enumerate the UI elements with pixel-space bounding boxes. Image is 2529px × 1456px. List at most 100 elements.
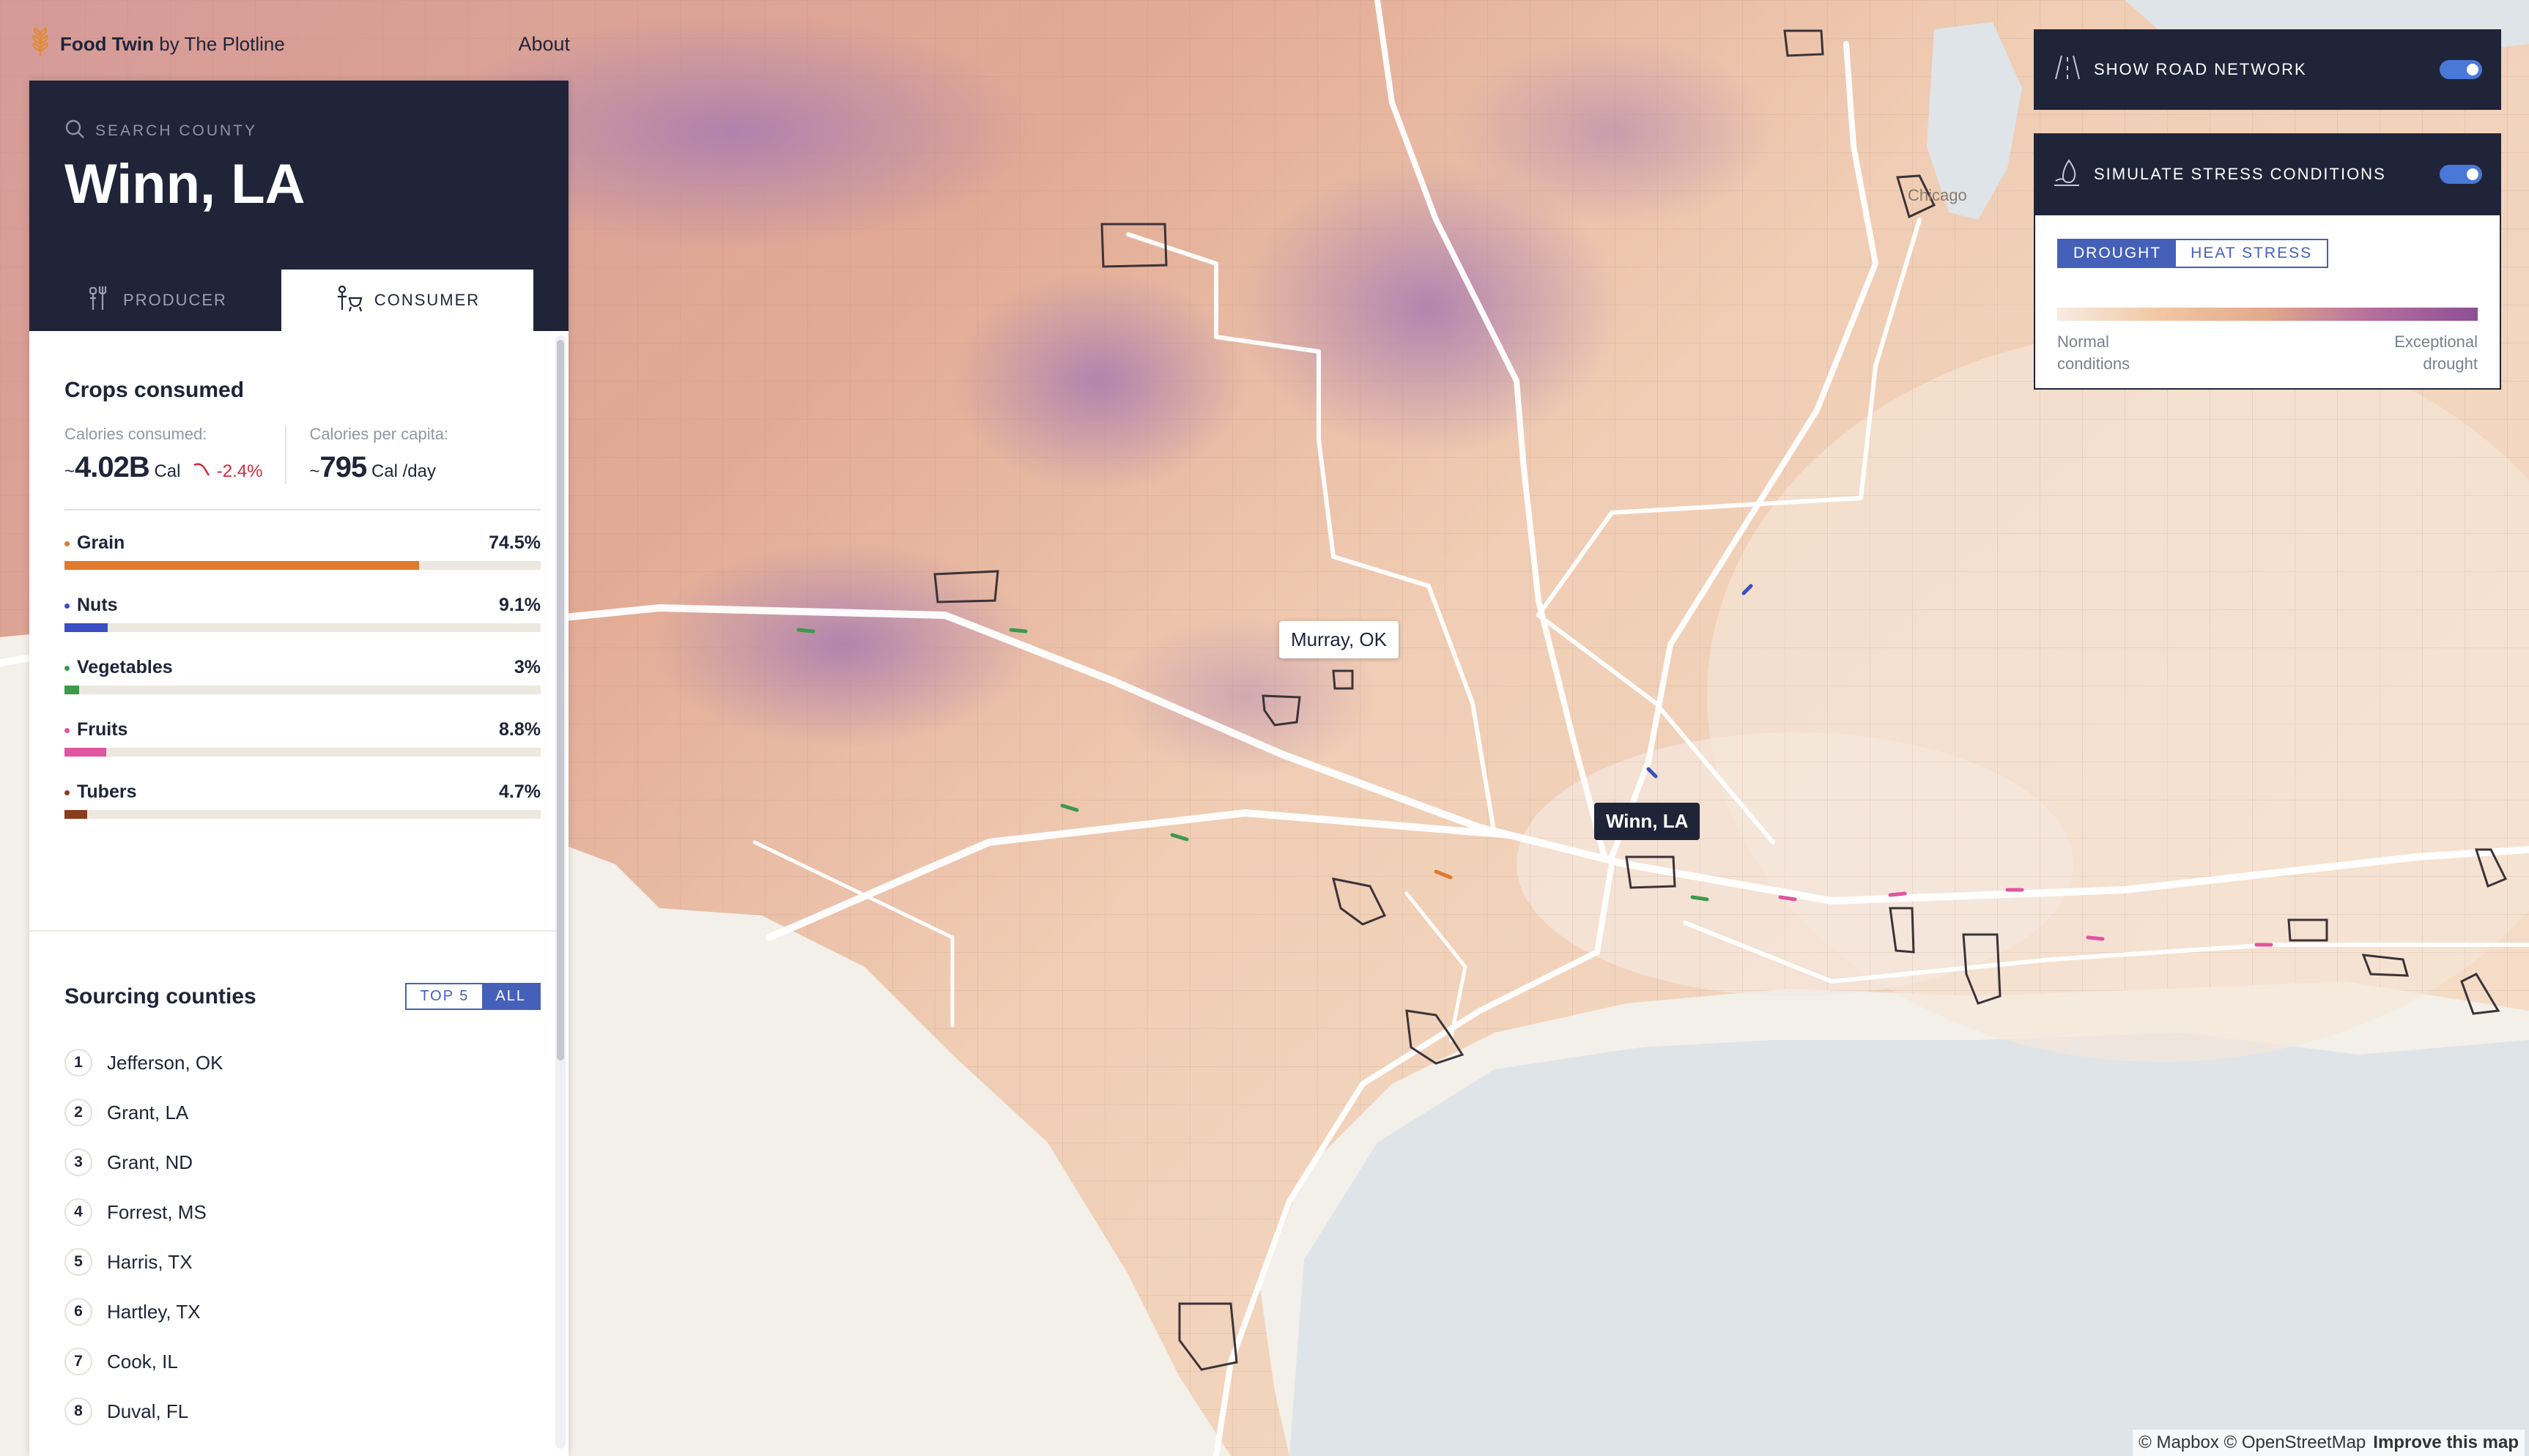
sourcing-county-item[interactable]: 2 Grant, LA: [64, 1088, 541, 1137]
crop-percent: 9.1%: [499, 595, 541, 615]
stress-label: SIMULATE STRESS CONDITIONS: [2094, 165, 2386, 183]
scrollbar-thumb[interactable]: [557, 340, 564, 1061]
crop-bar-track: [64, 561, 541, 570]
search-icon: [64, 119, 85, 144]
sourcing-county-item[interactable]: 1 Jefferson, OK: [64, 1038, 541, 1088]
calories-consumed-value: 4.02B: [75, 451, 150, 483]
panel-tabs: PRODUCER CONSUMER: [29, 270, 533, 331]
toggle-top5[interactable]: TOP 5: [407, 984, 482, 1009]
stress-type-tabs: DROUGHT HEAT STRESS: [2057, 239, 2329, 268]
calories-per-capita-value: 795: [319, 451, 368, 483]
stress-switch[interactable]: [2440, 165, 2482, 184]
search-county-input[interactable]: SEARCH COUNTY: [64, 119, 257, 144]
crop-dot-icon: [64, 541, 70, 546]
crop-dot-icon: [64, 603, 70, 609]
crop-bar-track: [64, 686, 541, 694]
sourcing-county-list: 1 Jefferson, OK 2 Grant, LA 3 Grant, ND 4 Forre…: [64, 1038, 541, 1436]
tab-drought[interactable]: DROUGHT: [2059, 240, 2177, 267]
calories-consumed-prefix: ~: [64, 461, 75, 481]
crop-list: Grain 74.5% Nuts 9.1% Vegetables 3% Fruits 8.8%…: [64, 532, 541, 819]
sourcing-county-item[interactable]: 3 Grant, ND: [64, 1137, 541, 1187]
tab-producer[interactable]: PRODUCER: [29, 270, 281, 331]
calories-per-capita-label: Calories per capita:: [309, 425, 449, 443]
road-icon: [2053, 53, 2082, 86]
road-network-label: SHOW ROAD NETWORK: [2094, 60, 2307, 78]
calorie-stats: Calories consumed: ~4.02B Cal -2.4% Calo…: [64, 425, 541, 484]
legend-high-line1: Exceptional: [2394, 333, 2478, 351]
sourcing-toggle: TOP 5 ALL: [405, 983, 541, 1010]
section-divider: [29, 930, 557, 932]
sourcing-county-item[interactable]: 8 Duval, FL: [64, 1386, 541, 1436]
tab-heat-stress[interactable]: HEAT STRESS: [2176, 240, 2327, 267]
county-name: Harris, TX: [107, 1250, 193, 1273]
county-name: Duval, FL: [107, 1400, 189, 1422]
crop-row[interactable]: Tubers 4.7%: [64, 781, 541, 819]
county-title: Winn, LA: [64, 153, 306, 215]
crop-row[interactable]: Vegetables 3%: [64, 657, 541, 694]
crop-percent: 3%: [514, 657, 541, 677]
crop-row[interactable]: Grain 74.5%: [64, 532, 541, 570]
crop-bar-fill: [64, 686, 79, 694]
crop-name: Tubers: [77, 781, 137, 802]
map-attribution[interactable]: © Mapbox © OpenStreetMap Improve this map: [2133, 1430, 2525, 1456]
crop-row[interactable]: Fruits 8.8%: [64, 719, 541, 757]
stress-control: SIMULATE STRESS CONDITIONS: [2034, 133, 2501, 215]
calories-consumed-label: Calories consumed:: [64, 425, 207, 443]
rank-badge: 8: [64, 1397, 92, 1425]
stats-divider: [64, 509, 541, 510]
rank-badge: 6: [64, 1298, 92, 1326]
crop-dot-icon: [64, 790, 70, 795]
county-name: Hartley, TX: [107, 1300, 201, 1323]
county-name: Grant, LA: [107, 1101, 189, 1123]
calories-consumed-stat: Calories consumed: ~4.02B Cal -2.4%: [64, 425, 285, 484]
producer-icon: [84, 283, 113, 317]
panel-scrollbar[interactable]: [555, 335, 566, 1449]
calories-per-capita-stat: Calories per capita: ~795 Cal /day: [284, 425, 471, 484]
crop-bar-track: [64, 810, 541, 819]
rank-badge: 5: [64, 1248, 92, 1276]
toggle-all[interactable]: ALL: [482, 984, 539, 1009]
rank-badge: 3: [64, 1148, 92, 1176]
crops-consumed-title: Crops consumed: [64, 378, 245, 402]
attribution-text[interactable]: © Mapbox © OpenStreetMap: [2139, 1433, 2366, 1452]
wheat-logo-icon: [28, 27, 53, 62]
rank-badge: 7: [64, 1348, 92, 1375]
calories-delta: -2.4%: [216, 461, 263, 481]
sourcing-counties-title: Sourcing counties: [64, 984, 256, 1009]
legend-high-label: Exceptional drought: [2394, 331, 2478, 375]
city-label-chicago: Chicago: [1908, 186, 1967, 204]
crop-dot-icon: [64, 727, 70, 733]
brand-suffix: by The Plotline: [159, 32, 285, 55]
tab-consumer[interactable]: CONSUMER: [281, 270, 533, 331]
crop-row[interactable]: Nuts 9.1%: [64, 595, 541, 632]
drought-legend-bar: [2057, 308, 2478, 321]
county-name: Jefferson, OK: [107, 1051, 223, 1074]
panel-header: SEARCH COUNTY Winn, LA PRODUCER CONSUMER: [29, 81, 569, 331]
brand-name: Food Twin: [60, 32, 155, 55]
crop-bar-fill: [64, 623, 108, 632]
rank-badge: 2: [64, 1099, 92, 1126]
crop-dot-icon: [64, 665, 70, 671]
brand[interactable]: Food Twin by The Plotline: [28, 27, 285, 62]
sourcing-county-item[interactable]: 5 Harris, TX: [64, 1237, 541, 1287]
county-name: Cook, IL: [107, 1350, 178, 1373]
rank-badge: 1: [64, 1049, 92, 1077]
legend-high-line2: drought: [2423, 354, 2478, 373]
legend-low-line1: Normal: [2057, 333, 2109, 351]
sourcing-county-item[interactable]: 7 Cook, IL: [64, 1337, 541, 1386]
legend-low-line2: conditions: [2057, 354, 2130, 373]
improve-map-link[interactable]: Improve this map: [2373, 1433, 2519, 1452]
crop-bar-fill: [64, 561, 420, 570]
sourcing-county-item[interactable]: 4 Forrest, MS: [64, 1187, 541, 1237]
crop-bar-fill: [64, 810, 87, 819]
crop-name: Grain: [77, 532, 125, 553]
about-link[interactable]: About: [518, 33, 570, 56]
sourcing-counties-section: Sourcing counties TOP 5 ALL 1 Jefferson, …: [64, 983, 541, 1448]
crop-name: Nuts: [77, 595, 118, 615]
sourcing-county-item[interactable]: 6 Hartley, TX: [64, 1287, 541, 1337]
crop-bar-track: [64, 623, 541, 632]
road-network-switch[interactable]: [2440, 60, 2482, 79]
calories-consumed-unit: Cal: [154, 461, 181, 481]
county-name: Forrest, MS: [107, 1200, 207, 1223]
consumer-icon: [335, 283, 364, 317]
